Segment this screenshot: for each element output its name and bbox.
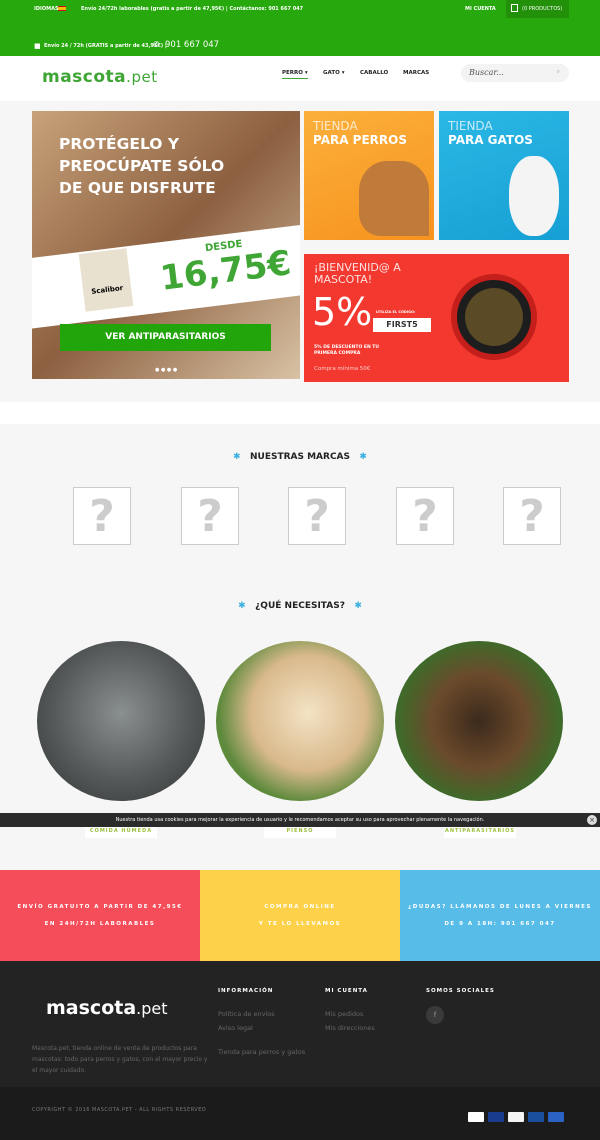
brand-logo-placeholder[interactable]: ?: [288, 487, 346, 545]
dog-image: [359, 161, 429, 236]
top-bar: IDIOMAS: Envío 24/72h laborables (gratis…: [0, 0, 600, 56]
product-image: Scalibor: [78, 248, 134, 312]
language-label: IDIOMAS:: [34, 6, 61, 12]
tile-dogs-line2: PARA PERROS: [313, 133, 408, 147]
social-heading: SOMOS SOCIALES: [426, 988, 495, 994]
phone-icon: ✆: [153, 40, 160, 49]
link-addresses[interactable]: Mis direcciones: [325, 1021, 375, 1035]
band-contact: ¿DUDAS? LLÁMANOS DE LUNES A VIERNES DE 9 …: [400, 870, 600, 961]
tile-cats-line2: PARA GATOS: [448, 133, 533, 147]
needs-title: ✱ ¿QUÉ NECESITAS? ✱: [238, 601, 362, 611]
promo-code: FIRST5: [373, 318, 431, 332]
truck-icon: ■: [34, 42, 41, 50]
copyright: COPYRIGHT © 2016 MASCOTA.PET - ALL RIGHT…: [32, 1107, 207, 1113]
brand-logo-placeholder[interactable]: ?: [396, 487, 454, 545]
bottom-bar: COPYRIGHT © 2016 MASCOTA.PET - ALL RIGHT…: [0, 1087, 600, 1140]
nav-gato[interactable]: GATO ▾: [323, 70, 344, 76]
search-input[interactable]: Buscar... ⌕: [461, 64, 569, 82]
visa-electron-icon: [528, 1112, 544, 1122]
info-heading: INFORMACIÓN: [218, 988, 274, 994]
tile-dogs[interactable]: TIENDA PARA PERROS: [304, 111, 434, 240]
link-shipping-policy[interactable]: Política de envíos: [218, 1007, 275, 1021]
carousel-dots[interactable]: ● ● ● ●: [155, 367, 177, 373]
promo-code-label: UTILIZA EL CÓDIGO:: [376, 310, 416, 314]
promo-percent: 5%: [312, 290, 373, 334]
phone-number[interactable]: 901 667 047: [165, 40, 219, 50]
payment-methods: [464, 1107, 564, 1126]
dry-food-image[interactable]: [216, 641, 384, 801]
antiparasitic-cta-button[interactable]: VER ANTIPARASITARIOS: [60, 324, 271, 351]
promo-minimum: Compra mínima 50€: [314, 366, 371, 372]
paw-icon: ✱: [238, 601, 246, 611]
facebook-icon[interactable]: f: [426, 1006, 444, 1024]
tile-dogs-line1: TIENDA: [313, 119, 358, 133]
brand-logo-placeholder[interactable]: ?: [73, 487, 131, 545]
tile-cats[interactable]: TIENDA PARA GATOS: [439, 111, 569, 240]
cookie-text: Nuestra tienda usa cookies para mejorar …: [115, 817, 485, 823]
visa-icon: [468, 1112, 484, 1122]
band-shipping: ENVÍO GRATUITO A PARTIR DE 47,95€ EN 24H/…: [0, 870, 200, 961]
shipping-info-2: Envío 24 / 72h (GRATIS a partir de 43,95…: [44, 43, 167, 49]
brands-title: ✱ NUESTRAS MARCAS ✱: [233, 452, 367, 462]
footer: mascota.pet Mascota.pet, tienda online d…: [0, 961, 600, 1087]
footer-logo[interactable]: mascota.pet: [46, 997, 168, 1019]
nav-caballo[interactable]: CABALLO: [360, 70, 388, 76]
welcome-promo[interactable]: ¡BIENVENID@ A MASCOTA! 5% UTILIZA EL CÓD…: [304, 254, 569, 382]
hero-banner[interactable]: PROTÉGELO Y PREOCÚPATE SÓLO DE QUE DISFR…: [32, 111, 300, 379]
paw-icon: ✱: [354, 601, 362, 611]
shipping-info: Envío 24/72h laborables (gratis a partir…: [81, 6, 304, 12]
link-store[interactable]: Tienda para perros y gatos: [218, 1045, 305, 1059]
nav-perro[interactable]: PERRO ▾: [282, 70, 308, 79]
link-orders[interactable]: Mis pedidos: [325, 1007, 363, 1021]
tile-cats-line1: TIENDA: [448, 119, 493, 133]
brand-logo-placeholder[interactable]: ?: [503, 487, 561, 545]
maestro-icon: [548, 1112, 564, 1122]
promo-description: 5% DE DESCUENTO EN TU PRIMERA COMPRA: [314, 345, 380, 356]
cart-button[interactable]: (0 PRODUCTOS): [506, 0, 569, 18]
footer-description: Mascota.pet, tienda online de venta de p…: [32, 1045, 208, 1074]
brand-logo-placeholder[interactable]: ?: [181, 487, 239, 545]
link-legal[interactable]: Aviso legal: [218, 1021, 253, 1035]
band-online: COMPRA ONLINE Y TE LO LLEVAMOS: [200, 870, 400, 961]
food-bowl-image: [451, 274, 537, 360]
paw-icon: ✱: [233, 452, 241, 462]
my-account-link[interactable]: MI CUENTA: [465, 6, 496, 12]
mastercard-icon: [488, 1112, 504, 1122]
antiparasitic-image[interactable]: [395, 641, 563, 801]
cart-count: (0 PRODUCTOS): [522, 6, 563, 12]
cat-image: [509, 156, 559, 236]
paypal-icon: [508, 1112, 524, 1122]
promo-title: ¡BIENVENID@ A MASCOTA!: [314, 261, 401, 286]
cookie-banner: Nuestra tienda usa cookies para mejorar …: [0, 813, 600, 827]
divider: [0, 402, 600, 424]
spain-flag-icon[interactable]: [58, 6, 66, 11]
wet-food-image[interactable]: [37, 641, 205, 801]
hero-headline: PROTÉGELO Y PREOCÚPATE SÓLO DE QUE DISFR…: [59, 135, 225, 197]
close-icon[interactable]: ×: [587, 815, 597, 825]
logo[interactable]: mascota.pet: [42, 67, 158, 87]
nav-marcas[interactable]: MARCAS: [403, 70, 429, 76]
search-icon[interactable]: ⌕: [557, 68, 560, 76]
paw-icon: ✱: [359, 452, 367, 462]
account-heading: MI CUENTA: [325, 988, 368, 994]
shopping-bag-icon: [511, 4, 518, 12]
